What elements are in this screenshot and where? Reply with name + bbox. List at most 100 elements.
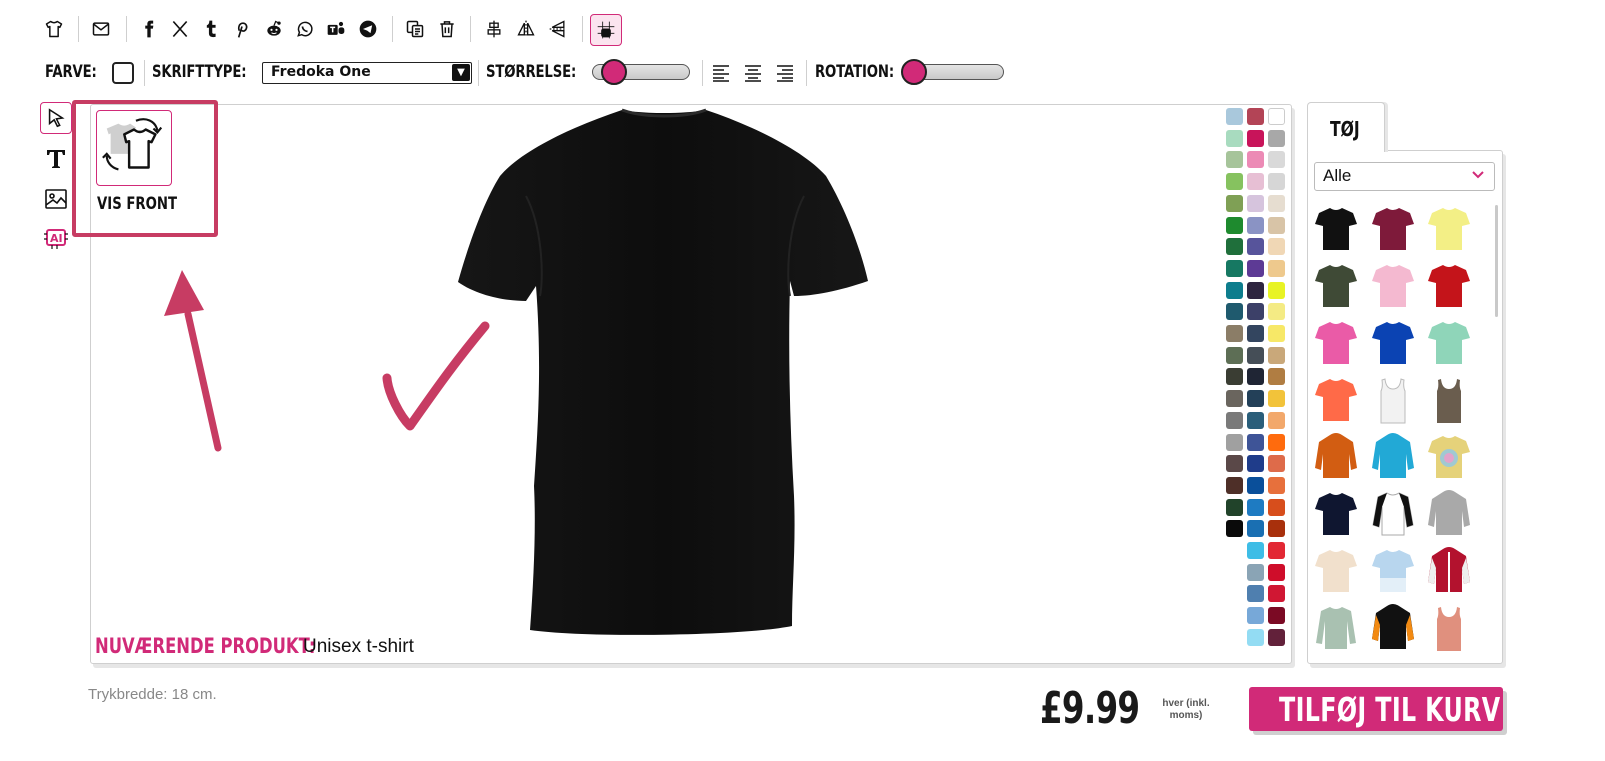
align-right-icon[interactable] bbox=[776, 64, 794, 82]
color-swatch[interactable] bbox=[1247, 151, 1264, 169]
color-swatch[interactable] bbox=[1268, 108, 1285, 125]
color-swatch[interactable] bbox=[1268, 303, 1285, 321]
envelope-icon[interactable] bbox=[90, 18, 112, 40]
telegram-icon[interactable] bbox=[357, 18, 379, 40]
pointer-tool[interactable] bbox=[40, 102, 72, 134]
color-swatch[interactable] bbox=[1247, 476, 1264, 494]
facebook-icon[interactable] bbox=[138, 18, 160, 40]
product-grey-hoodie[interactable] bbox=[1426, 489, 1472, 539]
color-swatch[interactable] bbox=[1226, 498, 1243, 516]
color-swatch[interactable] bbox=[1226, 129, 1243, 147]
product-black-tshirt[interactable] bbox=[1313, 204, 1359, 254]
color-swatch[interactable] bbox=[1268, 390, 1285, 408]
color-swatch[interactable] bbox=[1247, 194, 1264, 212]
color-swatch[interactable] bbox=[1268, 129, 1285, 147]
product-red-tshirt[interactable] bbox=[1426, 261, 1472, 311]
whatsapp-icon[interactable] bbox=[294, 18, 316, 40]
color-swatch[interactable] bbox=[1268, 520, 1285, 538]
tab-clothing[interactable]: TØJ bbox=[1307, 102, 1385, 152]
text-color-picker[interactable] bbox=[112, 62, 134, 84]
color-swatch[interactable] bbox=[1268, 368, 1285, 386]
color-swatch[interactable] bbox=[1247, 108, 1264, 125]
rotation-slider[interactable] bbox=[901, 59, 1004, 85]
size-slider-knob[interactable] bbox=[601, 59, 628, 85]
color-swatch[interactable] bbox=[1247, 628, 1264, 646]
product-turquoise-hoodie[interactable] bbox=[1370, 432, 1416, 482]
color-swatch[interactable] bbox=[1268, 151, 1285, 169]
product-raglan-tshirt[interactable] bbox=[1370, 489, 1416, 539]
product-pink-tshirt[interactable] bbox=[1370, 261, 1416, 311]
color-swatch[interactable] bbox=[1268, 216, 1285, 234]
color-swatch[interactable] bbox=[1268, 585, 1285, 603]
color-swatch[interactable] bbox=[1268, 325, 1285, 342]
align-center-text-icon[interactable] bbox=[744, 64, 762, 82]
product-black-orange-hoodie[interactable] bbox=[1370, 603, 1416, 653]
add-to-cart-button[interactable]: TILFØJ TIL KURV bbox=[1249, 687, 1503, 731]
color-swatch[interactable] bbox=[1247, 129, 1264, 147]
vis-front-button[interactable] bbox=[96, 110, 172, 186]
color-swatch[interactable] bbox=[1226, 238, 1243, 256]
align-center-icon[interactable] bbox=[483, 18, 505, 40]
align-left-icon[interactable] bbox=[712, 64, 730, 82]
color-swatch[interactable] bbox=[1268, 259, 1285, 277]
x-twitter-icon[interactable] bbox=[169, 18, 191, 40]
color-swatch[interactable] bbox=[1226, 520, 1243, 538]
color-swatch[interactable] bbox=[1226, 346, 1243, 364]
product-mint-tshirt[interactable] bbox=[1426, 318, 1472, 368]
copy-icon[interactable] bbox=[404, 18, 426, 40]
grid-toggle-icon[interactable] bbox=[590, 14, 622, 46]
color-swatch[interactable] bbox=[1247, 368, 1264, 386]
product-varsity-jacket[interactable] bbox=[1426, 546, 1472, 596]
color-swatch[interactable] bbox=[1247, 259, 1264, 277]
flip-horizontal-icon[interactable] bbox=[515, 18, 537, 40]
product-white-tanktop[interactable] bbox=[1370, 375, 1416, 425]
color-swatch[interactable] bbox=[1247, 346, 1264, 364]
color-swatch[interactable] bbox=[1226, 433, 1243, 451]
color-swatch[interactable] bbox=[1247, 498, 1264, 516]
color-swatch[interactable] bbox=[1247, 390, 1264, 408]
tshirt-icon[interactable] bbox=[43, 18, 65, 40]
color-swatch[interactable] bbox=[1268, 542, 1285, 559]
color-swatch[interactable] bbox=[1247, 325, 1264, 342]
category-select[interactable]: Alle bbox=[1314, 162, 1495, 191]
font-select[interactable]: Fredoka One ▼ bbox=[262, 62, 472, 84]
product-maroon-tshirt[interactable] bbox=[1370, 204, 1416, 254]
color-swatch[interactable] bbox=[1247, 216, 1264, 234]
color-swatch[interactable] bbox=[1226, 108, 1243, 125]
product-brown-tanktop[interactable] bbox=[1426, 375, 1472, 425]
color-swatch[interactable] bbox=[1268, 433, 1285, 451]
color-swatch[interactable] bbox=[1226, 303, 1243, 321]
color-swatch[interactable] bbox=[1247, 607, 1264, 625]
color-swatch[interactable] bbox=[1226, 281, 1243, 299]
color-swatch[interactable] bbox=[1247, 520, 1264, 538]
reddit-icon[interactable] bbox=[263, 18, 285, 40]
color-swatch[interactable] bbox=[1247, 173, 1264, 191]
color-swatch[interactable] bbox=[1268, 346, 1285, 364]
color-swatch[interactable] bbox=[1247, 585, 1264, 603]
product-olive-tshirt[interactable] bbox=[1313, 261, 1359, 311]
color-swatch[interactable] bbox=[1226, 173, 1243, 191]
color-swatch[interactable] bbox=[1247, 281, 1264, 299]
color-swatch[interactable] bbox=[1226, 390, 1243, 408]
rotation-slider-knob[interactable] bbox=[901, 59, 927, 85]
product-tie-dye-tshirt[interactable] bbox=[1426, 432, 1472, 482]
ai-tool[interactable]: AI bbox=[40, 222, 72, 254]
color-swatch[interactable] bbox=[1268, 476, 1285, 494]
color-swatch[interactable] bbox=[1268, 238, 1285, 256]
color-swatch[interactable] bbox=[1226, 325, 1243, 342]
color-swatch[interactable] bbox=[1268, 281, 1285, 299]
color-swatch[interactable] bbox=[1268, 455, 1285, 473]
size-slider[interactable] bbox=[592, 59, 690, 85]
color-swatch[interactable] bbox=[1268, 628, 1285, 646]
color-swatch[interactable] bbox=[1268, 194, 1285, 212]
flip-vertical-icon[interactable] bbox=[547, 18, 569, 40]
product-coral-tshirt[interactable] bbox=[1313, 375, 1359, 425]
color-swatch[interactable] bbox=[1226, 151, 1243, 169]
color-swatch[interactable] bbox=[1268, 607, 1285, 625]
color-swatch[interactable] bbox=[1247, 563, 1264, 581]
product-list-scrollbar[interactable] bbox=[1495, 205, 1498, 317]
trash-icon[interactable] bbox=[436, 18, 458, 40]
color-swatch[interactable] bbox=[1226, 194, 1243, 212]
product-royal-blue-tshirt[interactable] bbox=[1370, 318, 1416, 368]
color-swatch[interactable] bbox=[1268, 173, 1285, 191]
